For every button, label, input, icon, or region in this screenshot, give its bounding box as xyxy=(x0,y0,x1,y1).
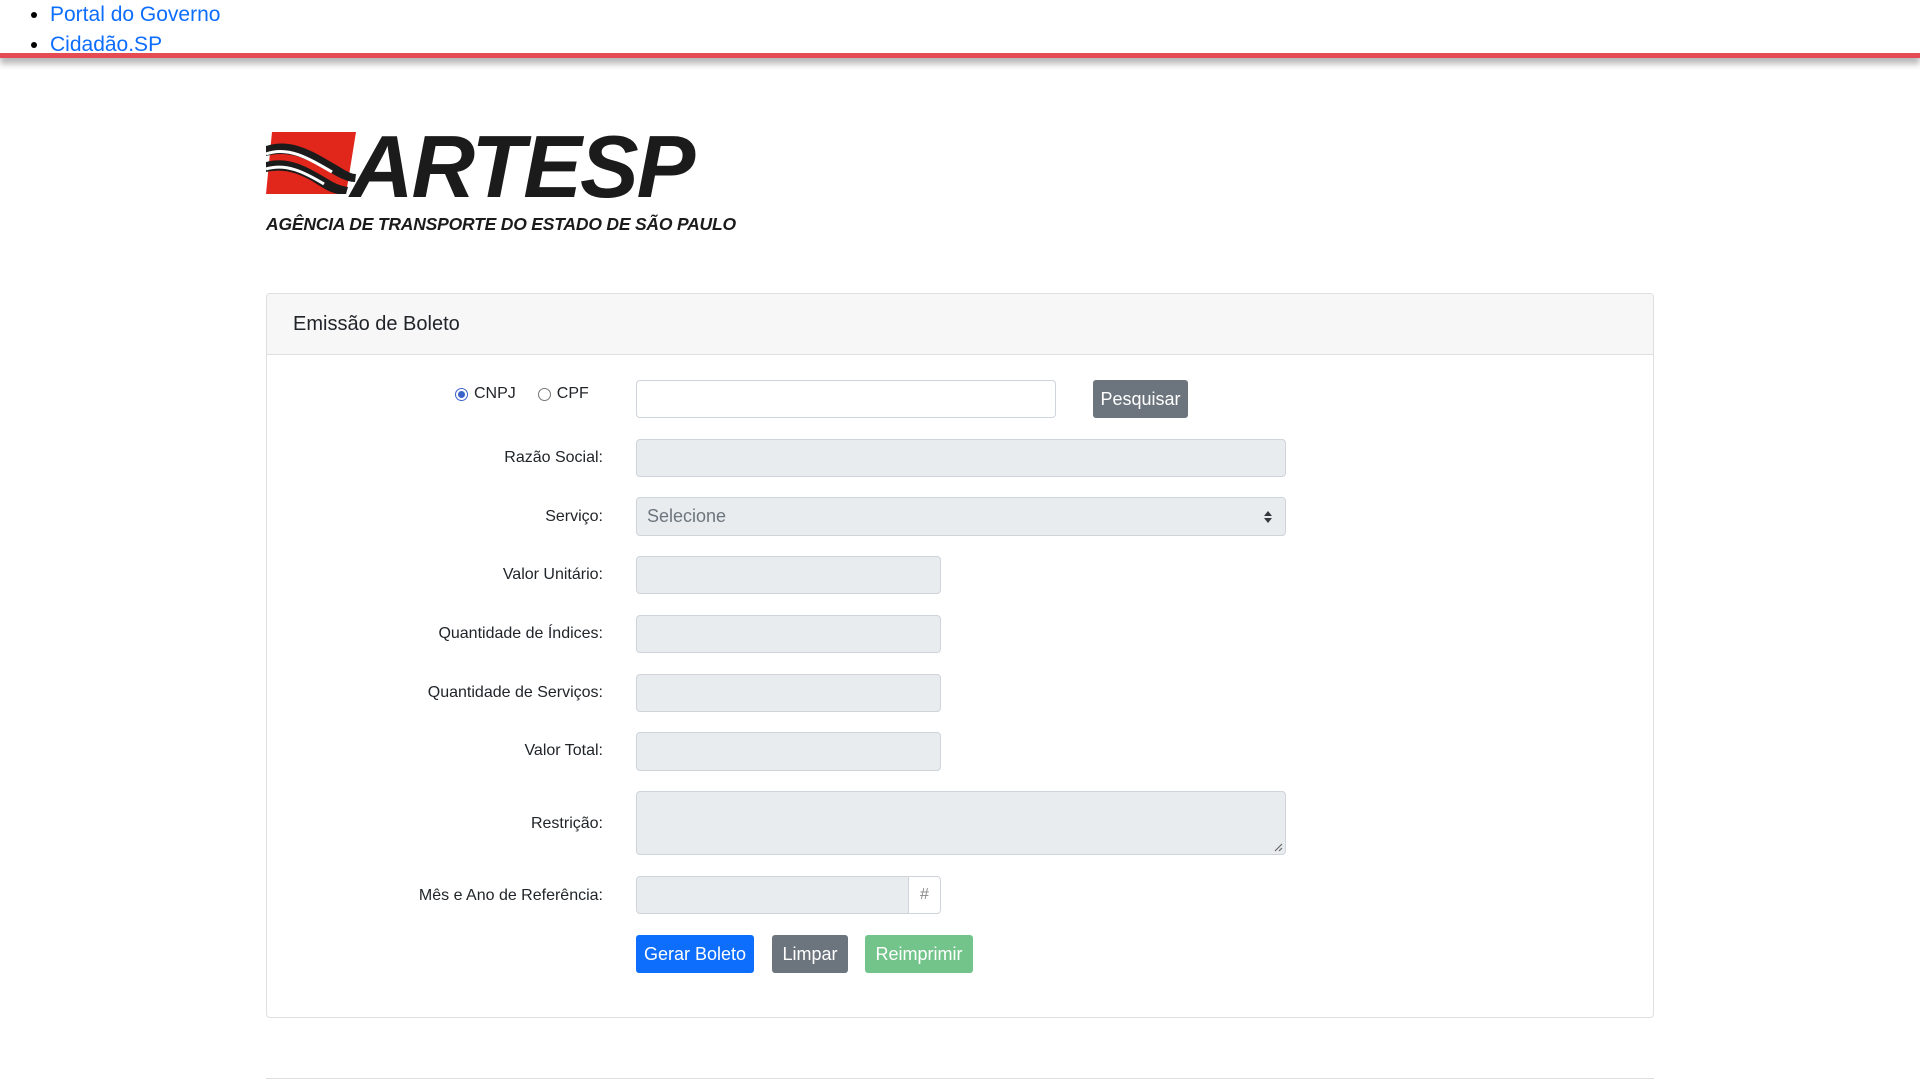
limpar-button[interactable]: Limpar xyxy=(772,935,848,973)
logo-mark-icon xyxy=(266,132,356,194)
nav-list: Portal do Governo Cidadão.SP xyxy=(0,0,1920,60)
radio-cnpj[interactable] xyxy=(455,387,468,401)
radio-cpf[interactable] xyxy=(537,387,551,401)
doc-type-radio-group: CNPJ CPF xyxy=(455,385,589,403)
nav-link-portal-governo[interactable]: Portal do Governo xyxy=(50,3,220,26)
restricao-label: Restrição: xyxy=(530,815,603,832)
footer-divider xyxy=(266,1078,1654,1079)
qtd-servicos-field[interactable] xyxy=(636,674,941,712)
qtd-indices-label: Quantidade de Índices: xyxy=(438,625,603,642)
resize-grip-icon[interactable] xyxy=(1273,842,1283,852)
valor-unitario-label: Valor Unitário: xyxy=(502,566,603,583)
logo-tagline: AGÊNCIA DE TRANSPORTE DO ESTADO DE SÃO P… xyxy=(266,214,736,234)
servico-label: Serviço: xyxy=(545,508,603,525)
card-title: Emissão de Boleto xyxy=(267,294,1653,355)
gerar-boleto-button[interactable]: Gerar Boleto xyxy=(636,935,754,973)
valor-unitario-field[interactable] xyxy=(636,556,941,594)
reimprimir-button[interactable]: Reimprimir xyxy=(865,935,973,973)
boleto-card: Emissão de Boleto CNPJ CPF Pesquisar Raz… xyxy=(266,293,1654,1018)
razao-social-label: Razão Social: xyxy=(504,449,603,466)
nav-item: Cidadão.SP xyxy=(50,30,1920,60)
razao-social-field[interactable] xyxy=(636,439,1286,477)
radio-cpf-label: CPF xyxy=(556,385,589,402)
mes-ano-input-group: # xyxy=(636,876,941,914)
nav-item: Portal do Governo xyxy=(50,0,1920,30)
qtd-indices-field[interactable] xyxy=(636,615,941,653)
mes-ano-field[interactable] xyxy=(636,876,909,914)
hash-addon-icon[interactable]: # xyxy=(908,876,941,914)
servico-select-value: Selecione xyxy=(647,506,727,526)
radio-cnpj-label: CNPJ xyxy=(474,385,516,402)
servico-select[interactable]: Selecione xyxy=(636,497,1286,536)
valor-total-label: Valor Total: xyxy=(524,742,603,759)
qtd-servicos-label: Quantidade de Serviços: xyxy=(427,684,603,701)
nav-link-cidadao-sp[interactable]: Cidadão.SP xyxy=(50,33,162,56)
mes-ano-label: Mês e Ano de Referência: xyxy=(418,887,603,904)
artesp-logo: ARTESP AGÊNCIA DE TRANSPORTE DO ESTADO D… xyxy=(266,122,736,238)
valor-total-field[interactable] xyxy=(636,732,941,771)
logo-wordmark: ARTESP xyxy=(350,117,695,216)
top-nav: Portal do Governo Cidadão.SP xyxy=(0,0,1920,58)
search-button[interactable]: Pesquisar xyxy=(1093,380,1188,418)
select-arrows-icon xyxy=(1264,511,1272,523)
restricao-textarea[interactable] xyxy=(636,791,1286,855)
document-search-input[interactable] xyxy=(636,380,1056,418)
